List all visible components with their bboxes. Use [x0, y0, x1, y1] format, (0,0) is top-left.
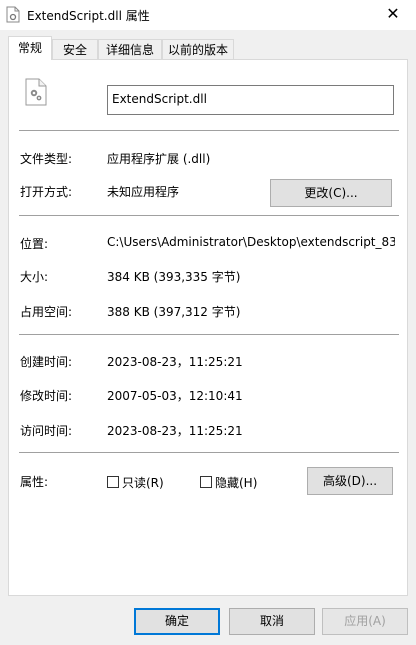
location-text: C:\Users\Administrator\Desktop\extendscr…	[107, 235, 395, 249]
disk-size-label: 占用空间:	[20, 305, 73, 319]
divider	[19, 130, 399, 131]
accessed-label: 访问时间:	[20, 424, 73, 438]
opens-with-label: 打开方式:	[20, 185, 73, 199]
tab-details[interactable]: 详细信息	[98, 39, 162, 59]
tab-security[interactable]: 安全	[52, 39, 98, 59]
created-label: 创建时间:	[20, 355, 73, 369]
disk-size-value: 388 KB (397,312 字节)	[107, 305, 241, 319]
file-type-label: 文件类型:	[20, 152, 73, 166]
hidden-label[interactable]: 隐藏(H)	[215, 474, 257, 491]
tab-general[interactable]: 常规	[8, 36, 52, 60]
dll-gear-icon	[25, 78, 47, 106]
tab-label: 以前的版本	[167, 43, 228, 57]
advanced-button[interactable]: 高级(D)...	[307, 467, 393, 495]
cancel-button[interactable]: 取消	[229, 608, 315, 635]
modified-value: 2007-05-03，12:10:41	[107, 389, 243, 403]
location-value: C:\Users\Administrator\Desktop\extendscr…	[107, 235, 395, 249]
file-name-input[interactable]: ExtendScript.dll	[107, 85, 394, 115]
close-icon: ✕	[386, 4, 400, 23]
apply-button[interactable]: 应用(A)	[322, 608, 408, 635]
attributes-label: 属性:	[20, 475, 49, 489]
size-value: 384 KB (393,335 字节)	[107, 270, 241, 284]
dll-file-icon	[6, 6, 20, 23]
opens-with-value: 未知应用程序	[107, 185, 180, 199]
accessed-value: 2023-08-23，11:25:21	[107, 424, 243, 438]
size-label: 大小:	[20, 270, 49, 284]
title-bar: ExtendScript.dll 属性 ✕	[0, 0, 416, 30]
hidden-checkbox[interactable]	[200, 476, 212, 488]
file-type-value: 应用程序扩展 (.dll)	[107, 152, 211, 166]
tab-label: 常规	[17, 41, 42, 55]
general-tab-panel: ExtendScript.dll 文件类型: 应用程序扩展 (.dll) 打开方…	[8, 59, 408, 596]
readonly-checkbox[interactable]	[107, 476, 119, 488]
divider	[19, 215, 399, 216]
ok-button[interactable]: 确定	[134, 608, 220, 635]
close-button[interactable]: ✕	[370, 0, 416, 30]
change-button[interactable]: 更改(C)...	[270, 179, 392, 207]
divider	[19, 452, 399, 453]
readonly-label[interactable]: 只读(R)	[122, 474, 164, 491]
created-value: 2023-08-23，11:25:21	[107, 355, 243, 369]
tab-label: 详细信息	[105, 43, 154, 57]
tab-previous-versions[interactable]: 以前的版本	[162, 39, 234, 59]
tab-label: 安全	[62, 43, 87, 57]
modified-label: 修改时间:	[20, 389, 73, 403]
divider	[19, 334, 399, 335]
window-title: ExtendScript.dll 属性	[27, 9, 150, 23]
location-label: 位置:	[20, 237, 49, 251]
